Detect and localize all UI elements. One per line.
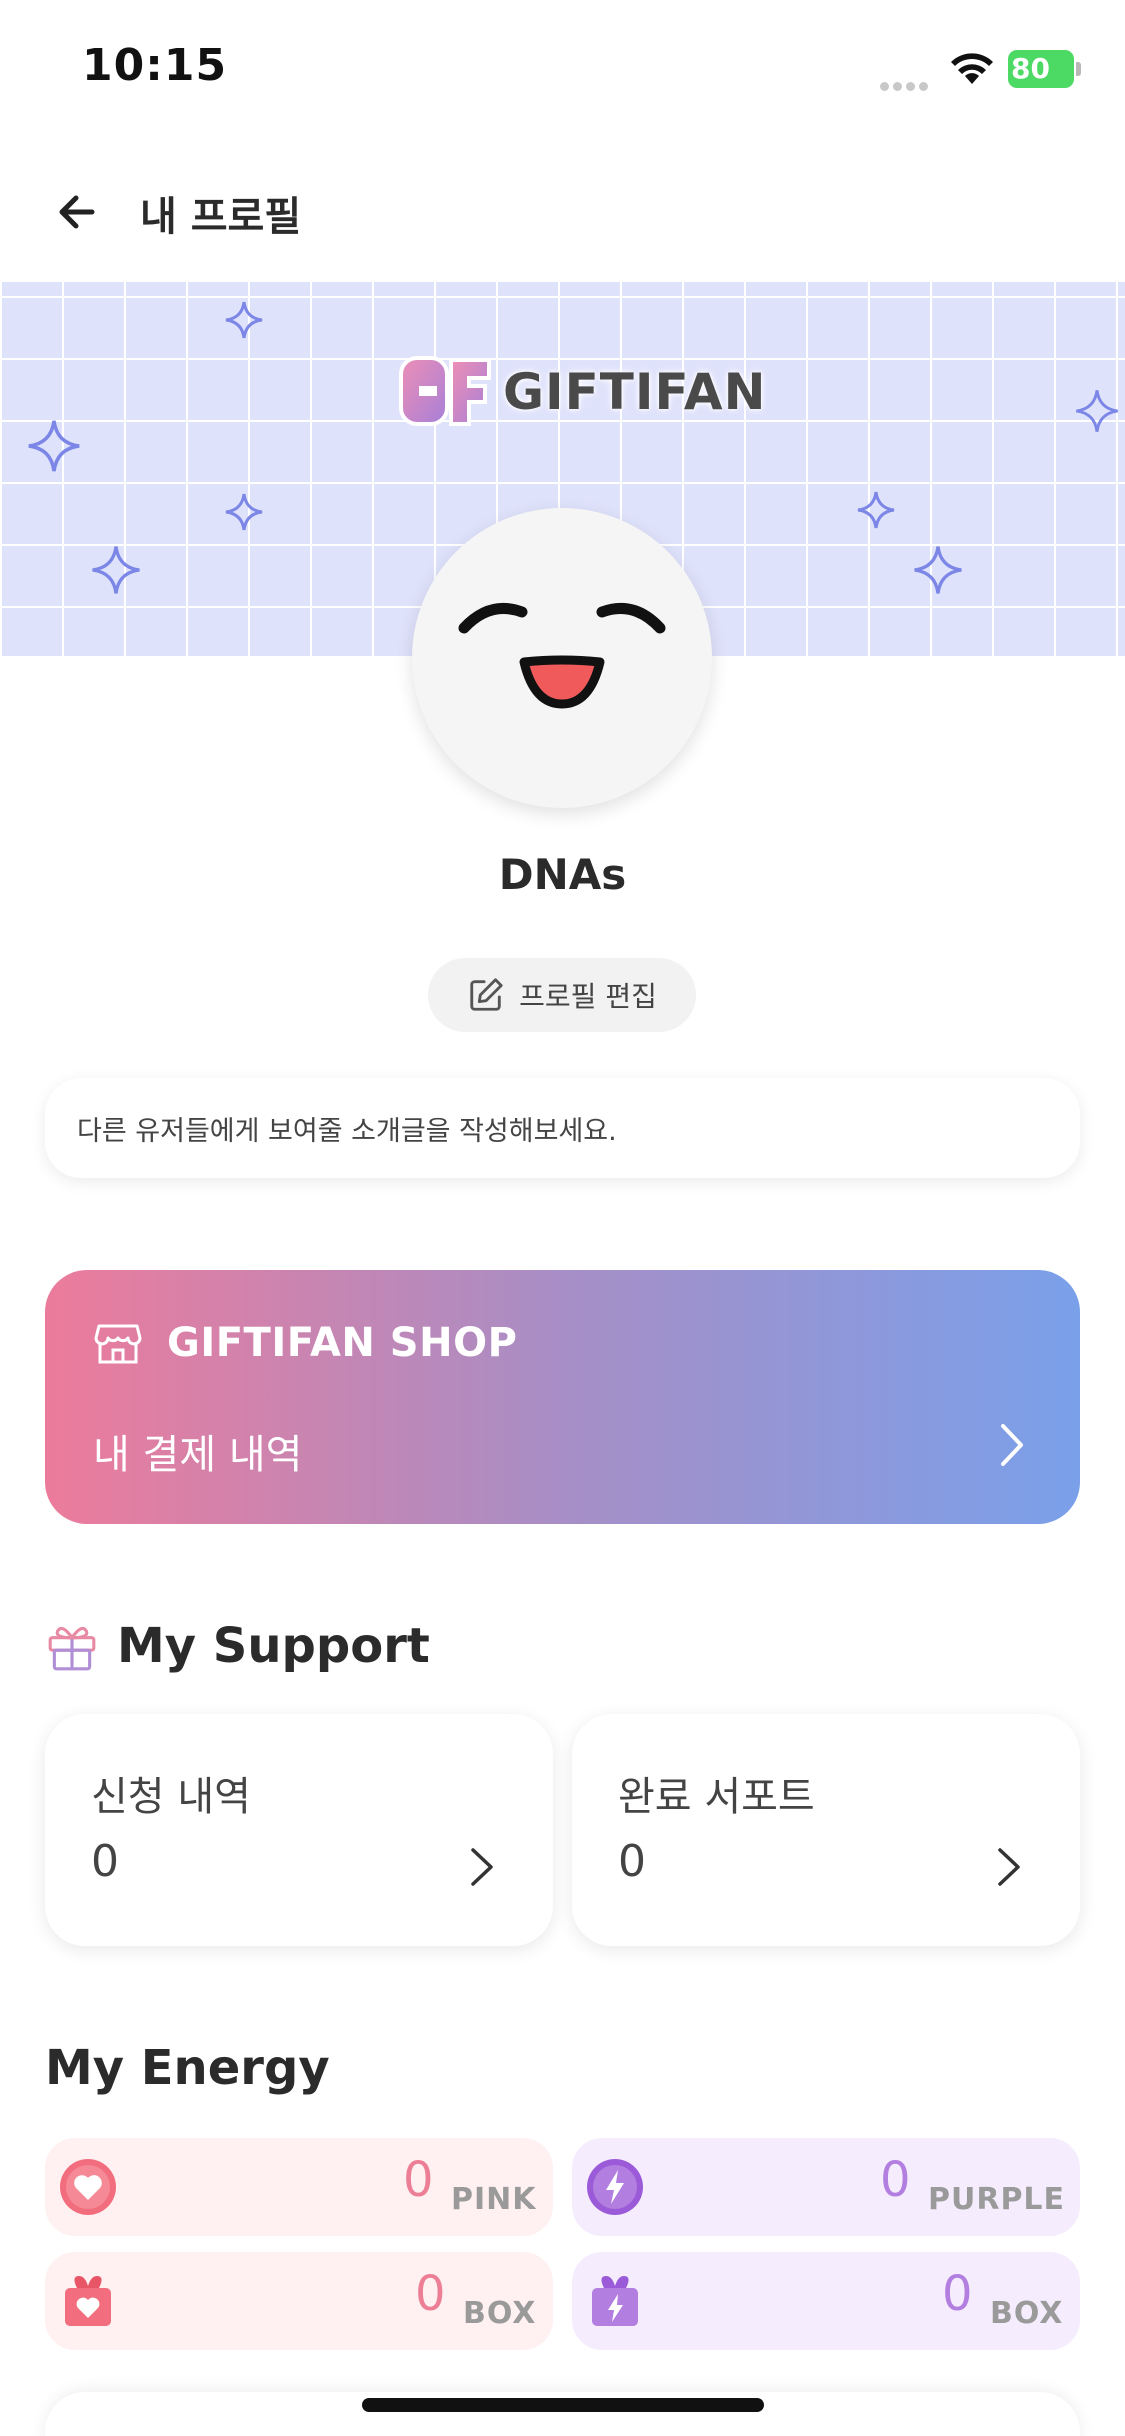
shop-title: GIFTIFAN SHOP	[167, 1320, 518, 1366]
support-requests-count: 0	[91, 1836, 119, 1887]
purple-gift-box-icon	[592, 2276, 638, 2326]
sparkle-icon	[225, 301, 263, 339]
page-title: 내 프로필	[140, 194, 302, 240]
edit-icon	[470, 978, 503, 1011]
status-bar: 10:15 80	[0, 0, 1125, 140]
battery-level: 80	[1011, 52, 1050, 85]
sparkle-icon	[225, 493, 263, 531]
purple-energy-unit: PURPLE	[928, 2182, 1066, 2217]
payment-history-label: 내 결제 내역	[93, 1432, 303, 1478]
gift-icon	[48, 1626, 96, 1671]
support-requests-card[interactable]: 신청 내역 0	[45, 1714, 553, 1946]
arrow-left-icon	[59, 195, 95, 229]
edit-profile-label: 프로필 편집	[519, 980, 657, 1013]
pink-gift-box-icon	[65, 2276, 111, 2326]
purple-box-value: 0	[942, 2266, 973, 2322]
sparkle-icon	[28, 420, 80, 472]
back-button[interactable]	[48, 180, 112, 244]
status-time: 10:15	[82, 40, 228, 91]
support-requests-label: 신청 내역	[91, 1774, 251, 1820]
my-energy-header: My Energy	[45, 2040, 330, 2096]
purple-energy-value: 0	[880, 2152, 911, 2208]
brand-logo: GIFTIFAN	[395, 350, 766, 434]
avatar[interactable]	[412, 508, 712, 808]
pink-box-value: 0	[415, 2266, 446, 2322]
sparkle-icon	[914, 546, 962, 594]
sparkle-icon	[1076, 390, 1118, 432]
my-support-title: My Support	[117, 1618, 430, 1674]
completed-support-card[interactable]: 완료 서포트 0	[572, 1714, 1080, 1946]
purple-energy-card[interactable]: 0 PURPLE	[572, 2138, 1080, 2236]
bio-input[interactable]: 다른 유저들에게 보여줄 소개글을 작성해보세요.	[45, 1078, 1080, 1178]
pink-heart-icon	[60, 2159, 116, 2215]
store-icon	[94, 1324, 142, 1364]
purple-box-card[interactable]: 0 BOX	[572, 2252, 1080, 2350]
my-support-header: My Support	[45, 1618, 430, 1674]
giftifan-logo-mark-icon	[399, 356, 491, 426]
completed-support-label: 완료 서포트	[618, 1774, 815, 1820]
smiling-face-icon	[458, 602, 666, 709]
pink-box-unit: BOX	[463, 2296, 537, 2331]
chevron-right-icon	[1001, 1424, 1023, 1466]
edit-profile-button[interactable]: 프로필 편집	[428, 958, 696, 1032]
pink-energy-unit: PINK	[451, 2182, 537, 2217]
pink-box-card[interactable]: 0 BOX	[45, 2252, 553, 2350]
sparkle-icon	[92, 546, 140, 594]
purple-lightning-icon	[587, 2159, 643, 2215]
home-indicator[interactable]	[362, 2398, 764, 2412]
app-header: 내 프로필	[0, 140, 1125, 280]
pink-energy-card[interactable]: 0 PINK	[45, 2138, 553, 2236]
completed-support-count: 0	[618, 1836, 646, 1887]
wifi-icon	[951, 53, 993, 84]
purple-box-unit: BOX	[990, 2296, 1064, 2331]
battery-icon: 80	[1008, 50, 1081, 88]
chevron-right-icon	[471, 1848, 493, 1886]
user-name: DNAs	[498, 850, 627, 899]
pink-energy-value: 0	[403, 2152, 434, 2208]
bio-placeholder: 다른 유저들에게 보여줄 소개글을 작성해보세요.	[77, 1115, 617, 1147]
brand-name: GIFTIFAN	[503, 363, 767, 421]
cellular-signal-icon	[880, 76, 934, 91]
chevron-right-icon	[998, 1848, 1020, 1886]
shop-payment-history-card[interactable]: GIFTIFAN SHOP 내 결제 내역	[45, 1270, 1080, 1524]
my-energy-title: My Energy	[45, 2040, 330, 2096]
sparkle-icon	[857, 491, 895, 529]
